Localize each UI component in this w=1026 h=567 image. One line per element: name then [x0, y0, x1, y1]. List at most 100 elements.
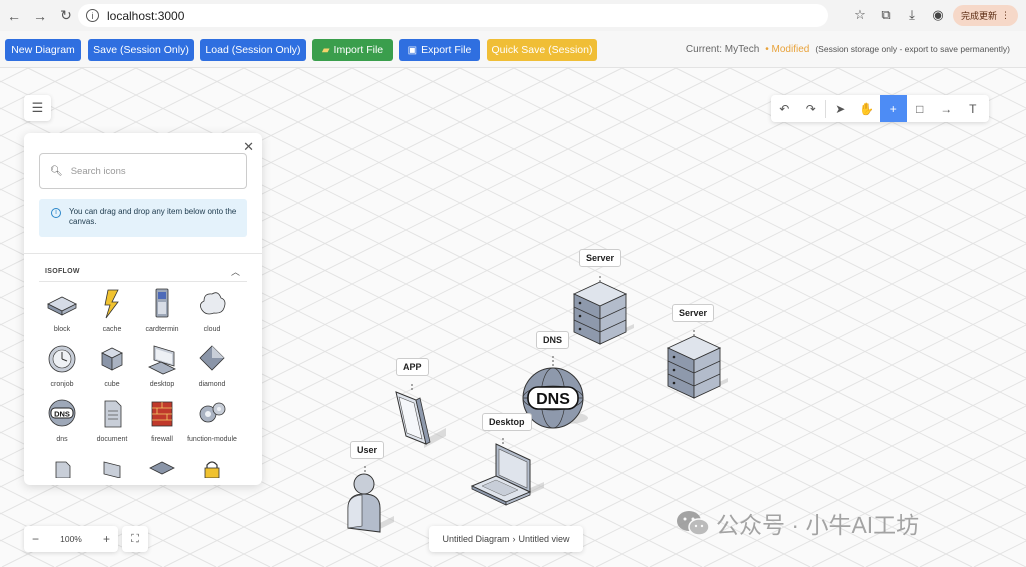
chevron-up-icon[interactable]: ︿ [231, 265, 240, 278]
section-divider [39, 281, 247, 282]
icon-item-desktop[interactable]: desktop [134, 341, 190, 389]
node-label-server-2[interactable]: Server [672, 304, 715, 322]
laptop-icon [103, 461, 121, 478]
bookmark-star-icon[interactable]: ☆ [849, 4, 871, 26]
storage-hint: (Session storage only - export to save p… [815, 44, 1010, 54]
watermark-text: 公众号 · 小牛AI工坊 [716, 512, 920, 538]
pan-hand-icon[interactable]: ✋ [854, 95, 881, 122]
profile-icon[interactable]: ◉ [927, 4, 949, 26]
save-session-button[interactable]: Save (Session Only) [88, 39, 194, 61]
address-bar[interactable]: i localhost:3000 [78, 4, 828, 27]
firewall-icon [151, 401, 173, 427]
icon-search-input[interactable]: 🔍︎ Search icons [39, 153, 247, 189]
quick-save-button[interactable]: Quick Save (Session) [487, 39, 597, 61]
rectangle-icon[interactable]: □ [907, 95, 934, 122]
icon-item-cloud[interactable]: cloud [184, 286, 240, 334]
icon-item-block[interactable]: block [34, 286, 90, 334]
reload-icon[interactable]: ↻ [54, 4, 78, 28]
tool-bar: ↶ ↷ ➤ ✋ + □ → T [771, 95, 989, 122]
icon-item-firewall[interactable]: firewall [134, 396, 190, 444]
icon-item-partial-4[interactable] [184, 458, 240, 478]
fit-screen-icon[interactable]: ⛶ [122, 526, 148, 552]
wechat-icon [677, 511, 710, 536]
node-label-user[interactable]: User [350, 441, 385, 459]
info-icon: i [51, 208, 61, 218]
forward-icon[interactable]: → [28, 4, 52, 28]
dns-icon: DNS [48, 399, 76, 427]
search-placeholder: Search icons [70, 165, 126, 177]
dns-text: DNS [536, 391, 570, 408]
lock-icon [204, 461, 220, 478]
cache-icon [104, 289, 119, 319]
redo-icon[interactable]: ↷ [798, 95, 825, 122]
cube-icon [101, 347, 123, 371]
icon-panel: ✕ 🔍︎ Search icons i You can drag and dro… [24, 133, 262, 485]
undo-icon[interactable]: ↶ [771, 95, 798, 122]
icon-item-document[interactable]: document [84, 396, 140, 444]
svg-text:DNS: DNS [54, 410, 70, 419]
node-label-dns[interactable]: DNS [536, 331, 570, 349]
icon-item-cache[interactable]: cache [84, 286, 140, 334]
panel-divider [24, 253, 262, 254]
icon-item-partial-1[interactable] [34, 458, 90, 478]
icon-item-partial-2[interactable] [84, 458, 140, 478]
download-icon[interactable]: ⤓ [901, 4, 923, 26]
icon-item-function-module[interactable]: function-module [184, 396, 240, 444]
modified-badge: • Modified [765, 44, 810, 55]
more-icon: ⋮ [1001, 9, 1010, 20]
drag-hint-text: You can drag and drop any item below ont… [69, 207, 237, 226]
node-label-server-1[interactable]: Server [579, 249, 622, 267]
watermark: 公众号 · 小牛AI工坊 [676, 506, 919, 540]
icon-item-partial-3[interactable] [134, 458, 190, 478]
folder-icon: ▰ [321, 44, 330, 56]
update-button[interactable]: 完成更新 ⋮ [952, 4, 1018, 26]
add-item-icon[interactable]: + [880, 95, 907, 122]
floppy-icon: ▣ [407, 44, 418, 56]
card-terminal-icon [155, 288, 169, 318]
icon-item-cube[interactable]: cube [84, 341, 140, 389]
app-toolbar: New Diagram Save (Session Only) Load (Se… [0, 31, 1026, 68]
import-file-button[interactable]: ▰ Import File [312, 39, 393, 61]
icon-item-dns[interactable]: DNS dns [34, 396, 90, 444]
file-icon [55, 461, 71, 478]
user-person-icon[interactable] [340, 466, 400, 538]
node-label-app[interactable]: APP [396, 358, 429, 376]
block-icon [47, 296, 77, 316]
cloud-icon [200, 292, 226, 315]
menu-icon[interactable]: ☰ [24, 95, 51, 121]
export-file-button[interactable]: ▣ Export File [399, 39, 480, 61]
status-area: Current: MyTech • Modified (Session stor… [686, 44, 1010, 55]
breadcrumb: Untitled Diagram › Untitled view [429, 526, 583, 552]
server-icon[interactable] [568, 276, 640, 348]
server-icon[interactable] [662, 330, 734, 402]
browser-chrome: ← → ↻ i localhost:3000 ☆ ⧉ ⤓ ◉ 完成更新 ⋮ [0, 0, 1026, 31]
icon-item-cronjob[interactable]: cronjob [34, 341, 90, 389]
browser-actions: ☆ ⧉ ⤓ ◉ 完成更新 ⋮ [849, 4, 1018, 26]
breadcrumb-diagram[interactable]: Untitled Diagram [442, 534, 509, 544]
load-session-button[interactable]: Load (Session Only) [200, 39, 306, 61]
current-diagram: Current: MyTech [685, 44, 760, 55]
section-title: ISOFLOW [45, 268, 80, 275]
node-label-desktop[interactable]: Desktop [482, 413, 532, 431]
laptop-icon[interactable] [468, 438, 550, 510]
function-module-icon [199, 402, 226, 423]
cronjob-icon [48, 345, 76, 373]
zoom-control: − 100% + [24, 526, 118, 552]
zoom-in-icon[interactable]: + [103, 532, 110, 546]
icon-item-diamond[interactable]: diamond [184, 341, 240, 389]
zoom-out-icon[interactable]: − [32, 532, 39, 546]
text-tool-icon[interactable]: T [960, 95, 987, 122]
select-pointer-icon[interactable]: ➤ [827, 95, 854, 122]
connector-arrow-icon[interactable]: → [933, 95, 960, 122]
diagram-canvas[interactable]: ☰ ↶ ↷ ➤ ✋ + □ → T ✕ 🔍︎ Search icons i Yo… [0, 68, 1026, 567]
diamond-icon [199, 345, 225, 371]
desktop-icon [148, 345, 176, 375]
site-info-icon[interactable]: i [86, 9, 99, 22]
icon-item-cardterminal[interactable]: cardtermin [134, 286, 190, 334]
mobile-phone-icon[interactable] [390, 384, 450, 456]
breadcrumb-view[interactable]: Untitled view [519, 534, 570, 544]
back-icon[interactable]: ← [2, 4, 26, 28]
drag-hint-box: i You can drag and drop any item below o… [39, 199, 247, 237]
new-diagram-button[interactable]: New Diagram [5, 39, 81, 61]
extensions-icon[interactable]: ⧉ [875, 4, 897, 26]
